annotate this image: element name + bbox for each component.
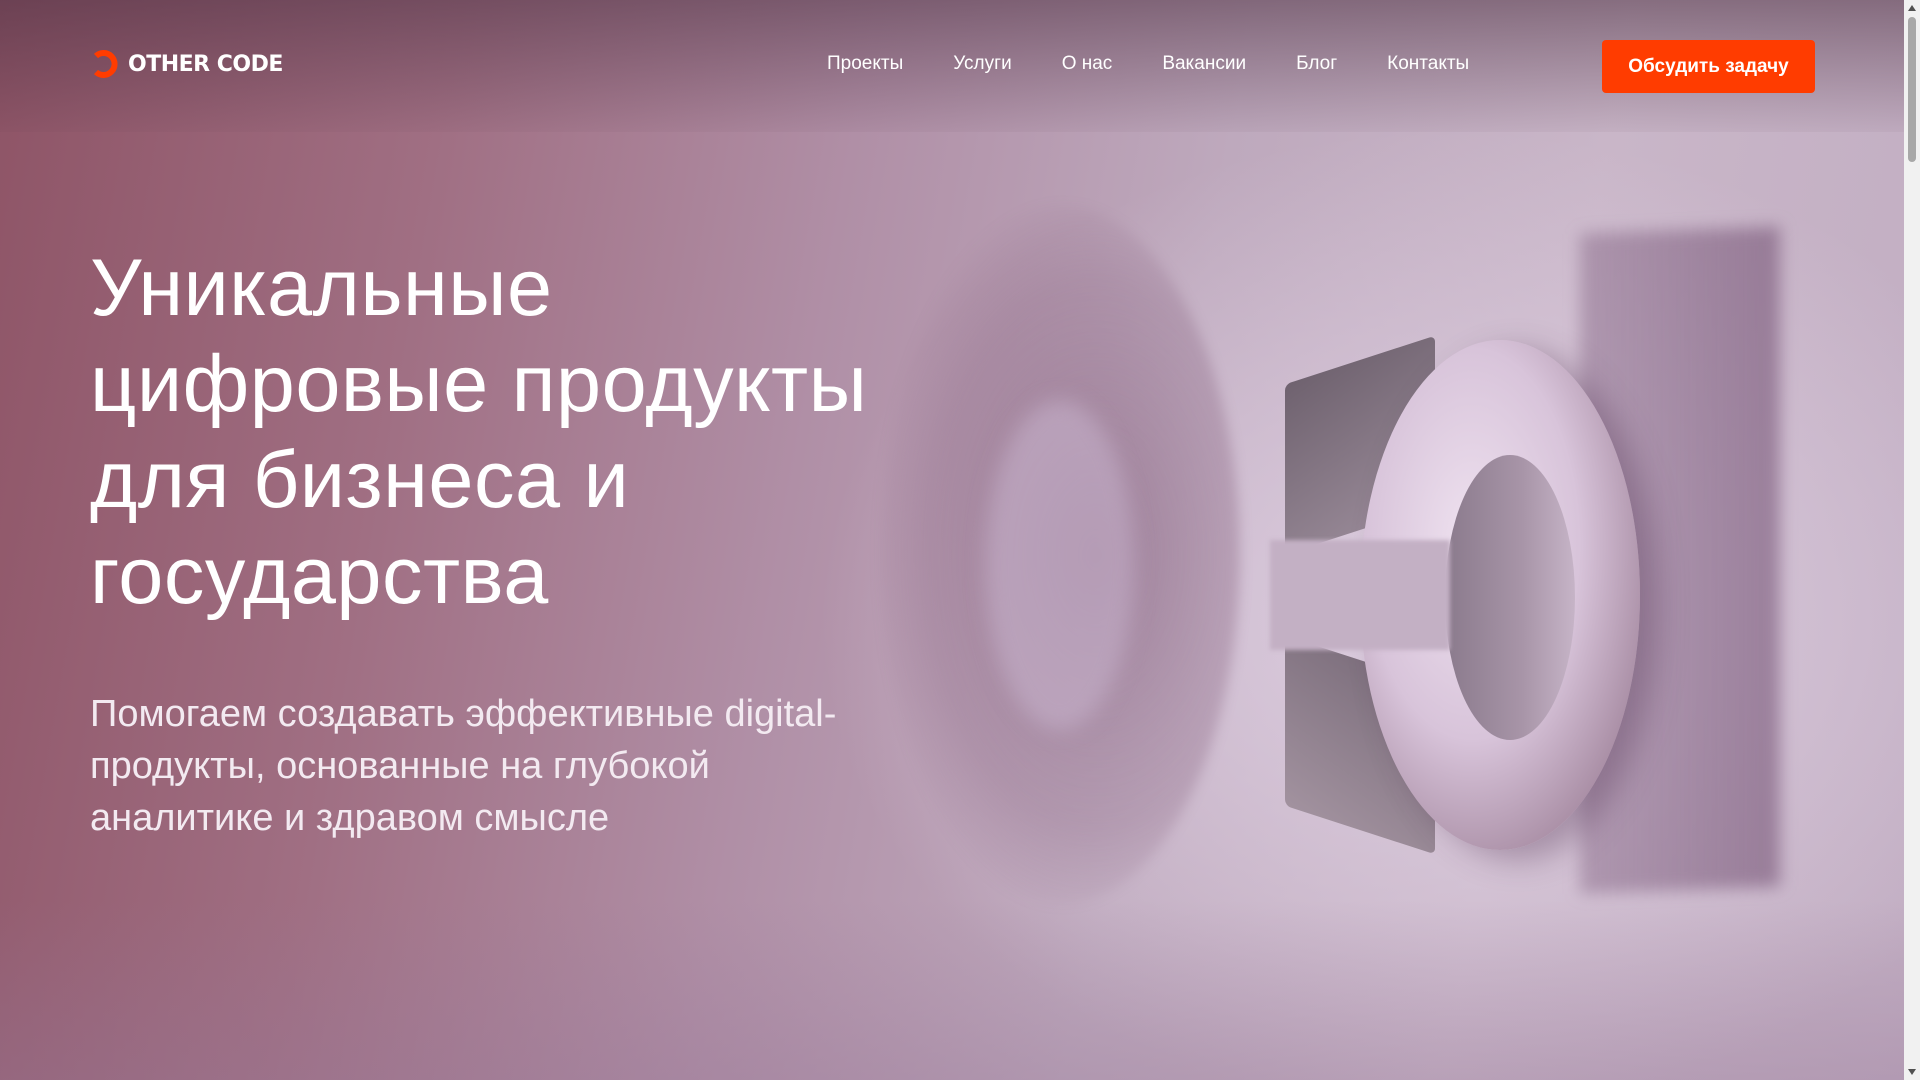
nav-item-about[interactable]: О нас <box>1062 50 1113 78</box>
hero-title-line: цифровые продукты <box>90 339 868 429</box>
nav-item-services[interactable]: Услуги <box>953 50 1011 78</box>
nav-item-projects[interactable]: Проекты <box>827 50 903 78</box>
main-nav: Проекты Услуги О нас Вакансии Блог Конта… <box>827 50 1469 78</box>
site-header: OTHER CODE Проекты Услуги О нас Вакансии… <box>0 0 1904 132</box>
ring-opening-decoration <box>1270 540 1450 650</box>
vertical-scrollbar[interactable] <box>1904 0 1920 1080</box>
discuss-task-button[interactable]: Обсудить задачу <box>1602 40 1815 93</box>
page: OTHER CODE Проекты Услуги О нас Вакансии… <box>0 0 1920 1080</box>
nav-item-blog[interactable]: Блог <box>1296 50 1337 78</box>
hero-title: Уникальные цифровые продукты для бизнеса… <box>90 240 990 624</box>
scroll-down-arrow-icon[interactable] <box>1904 1064 1920 1080</box>
hero-floor-decoration <box>0 900 1904 1080</box>
other-code-logo-icon <box>90 49 120 79</box>
hero-subtitle-line: Помогаем создавать эффективные digital- <box>90 693 837 735</box>
ring-hole-decoration <box>1445 455 1575 740</box>
logo-text: OTHER CODE <box>128 51 283 77</box>
ring-shadow-hole-decoration <box>985 400 1135 730</box>
logo-link[interactable]: OTHER CODE <box>90 49 283 79</box>
nav-item-vacancies[interactable]: Вакансии <box>1162 50 1246 78</box>
scroll-up-arrow-icon[interactable] <box>1904 0 1920 16</box>
hero-title-line: для бизнеса и <box>90 435 630 525</box>
hero-subtitle: Помогаем создавать эффективные digital- … <box>90 688 950 844</box>
nav-item-contacts[interactable]: Контакты <box>1387 50 1469 78</box>
hero-title-line: государства <box>90 531 549 621</box>
hero-subtitle-line: аналитике и здравом смысле <box>90 797 610 839</box>
hero-subtitle-line: продукты, основанные на глубокой <box>90 745 710 787</box>
hero-title-line: Уникальные <box>90 243 553 333</box>
scrollbar-thumb[interactable] <box>1908 17 1916 162</box>
